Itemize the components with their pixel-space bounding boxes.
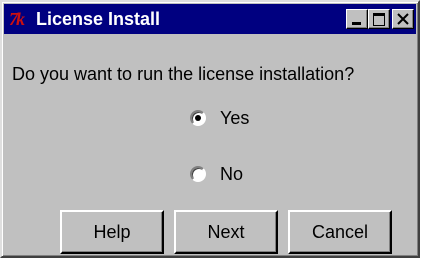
window-title: License Install — [36, 9, 161, 29]
close-button[interactable] — [392, 9, 414, 29]
license-install-dialog: 7k License Install Do you want to run th… — [0, 0, 420, 258]
title-bar[interactable]: 7k License Install — [4, 4, 416, 34]
radio-selected-dot — [195, 115, 201, 121]
minimize-button[interactable] — [346, 9, 368, 29]
radio-no-label: No — [220, 163, 244, 184]
next-button[interactable]: Next — [174, 210, 278, 254]
radio-yes-label: Yes — [220, 107, 250, 128]
radio-button-selected[interactable] — [190, 110, 206, 126]
question-text: Do you want to run the license installat… — [12, 64, 355, 84]
help-button[interactable]: Help — [60, 210, 164, 254]
cancel-button[interactable]: Cancel — [288, 210, 392, 254]
maximize-button[interactable] — [368, 9, 390, 29]
close-icon — [397, 13, 409, 25]
radio-no[interactable]: No — [190, 162, 243, 186]
radio-yes[interactable]: Yes — [190, 106, 249, 130]
tk-app-icon: 7k — [9, 9, 25, 29]
radio-button-unselected[interactable] — [190, 166, 206, 182]
